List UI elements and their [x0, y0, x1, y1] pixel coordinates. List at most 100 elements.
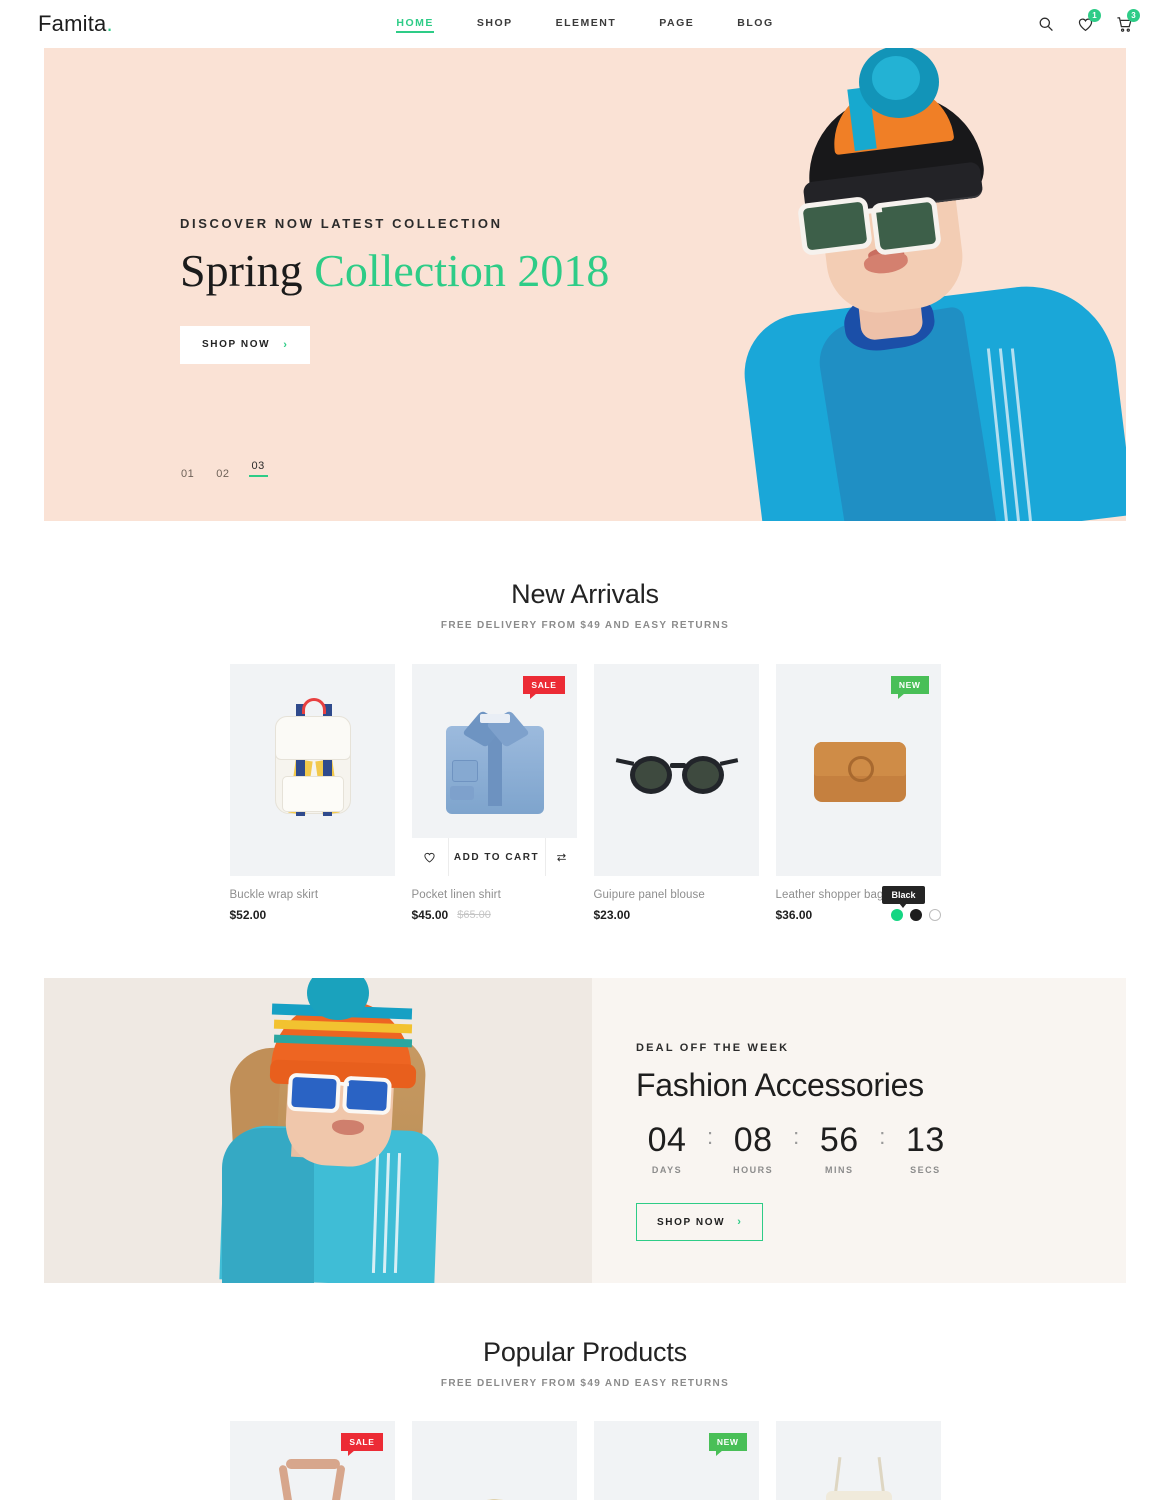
logo-dot: .	[106, 11, 113, 36]
cart-icon[interactable]: 3	[1114, 9, 1140, 34]
product-card[interactable]: SALE ADD TO CART Pocket linen shirt $45.…	[411, 664, 577, 922]
product-badge-new: NEW	[708, 1433, 747, 1456]
product-card[interactable]: SALE	[229, 1421, 395, 1500]
main-nav: HOME SHOP ELEMENT PAGE BLOG	[0, 17, 1170, 33]
countdown-hours-value: 08	[733, 1121, 773, 1159]
wishlist-icon[interactable]: 1	[1075, 9, 1101, 34]
countdown-hours-label: HOURS	[733, 1165, 774, 1175]
product-badge-sale: SALE	[341, 1433, 383, 1456]
hero-shop-now-button[interactable]: SHOP NOW ›	[180, 325, 311, 364]
countdown-separator: :	[707, 1124, 714, 1149]
countdown-timer: 04 DAYS : 08 HOURS : 56 MINS : 13 SECS	[636, 1123, 1126, 1175]
popular-products-title: Popular Products	[483, 1337, 687, 1367]
product-image[interactable]	[229, 664, 395, 876]
hero-title: Spring Collection 2018	[180, 245, 700, 297]
hero-slide-03[interactable]: 03	[248, 460, 269, 477]
deal-shop-now-label: SHOP NOW	[657, 1216, 726, 1228]
new-arrivals-title: New Arrivals	[511, 579, 659, 609]
deal-eyebrow: DEAL OFF THE WEEK	[636, 1042, 790, 1054]
countdown-hours: 08 HOURS	[722, 1123, 784, 1175]
nav-item-blog[interactable]: BLOG	[737, 17, 773, 32]
hero-model-image	[696, 48, 1126, 521]
site-header: Famita. HOME SHOP ELEMENT PAGE BLOG 1 3	[0, 0, 1170, 48]
product-badge-new: NEW	[890, 676, 929, 699]
deal-model-image	[44, 978, 592, 1283]
countdown-days-value: 04	[647, 1121, 687, 1159]
product-image[interactable]	[593, 664, 759, 876]
add-to-wishlist-icon[interactable]	[412, 838, 449, 876]
deal-of-the-week-banner: DEAL OFF THE WEEK Fashion Accessories 04…	[44, 978, 1126, 1283]
product-image[interactable]: NEW	[593, 1421, 759, 1500]
product-name[interactable]: Guipure panel blouse	[594, 889, 759, 901]
popular-products-header: Popular Products FREE DELIVERY FROM $49 …	[0, 1337, 1170, 1389]
header-actions: 1 3	[1036, 9, 1140, 34]
nav-item-home[interactable]: HOME	[396, 17, 434, 33]
wishlist-badge: 1	[1088, 9, 1101, 22]
hero-slide-01[interactable]: 01	[181, 468, 194, 485]
popular-products-subtitle: FREE DELIVERY FROM $49 AND EASY RETURNS	[440, 1378, 730, 1389]
product-image[interactable]: NEW	[775, 664, 941, 876]
hero-pagination: 01 02 03	[181, 460, 269, 485]
hero-title-accent: Collection 2018	[314, 245, 610, 296]
color-swatches	[890, 909, 941, 921]
product-actions: ADD TO CART	[411, 838, 577, 876]
product-card[interactable]	[775, 1421, 941, 1500]
swatch-white[interactable]	[928, 909, 941, 921]
nav-item-element[interactable]: ELEMENT	[556, 17, 617, 32]
product-price: $45.00 $65.00	[412, 908, 577, 922]
product-name[interactable]: Buckle wrap skirt	[230, 889, 395, 901]
swatch-green[interactable]	[890, 909, 903, 921]
product-price: $52.00	[230, 908, 395, 922]
hero-title-plain: Spring	[180, 245, 315, 296]
chevron-right-icon: ›	[737, 1216, 743, 1228]
product-price: $23.00	[594, 908, 759, 922]
new-arrivals-section: New Arrivals FREE DELIVERY FROM $49 AND …	[0, 521, 1170, 922]
swatch-black[interactable]	[909, 909, 922, 921]
countdown-secs-label: SECS	[910, 1165, 941, 1175]
countdown-mins: 56 MINS	[808, 1123, 870, 1175]
deal-copy: DEAL OFF THE WEEK Fashion Accessories 04…	[592, 978, 1126, 1283]
hero-copy: DISCOVER NOW LATEST COLLECTION Spring Co…	[180, 216, 700, 364]
countdown-secs-value: 13	[905, 1121, 945, 1159]
product-card[interactable]: Guipure panel blouse $23.00	[593, 664, 759, 922]
new-arrivals-subtitle: FREE DELIVERY FROM $49 AND EASY RETURNS	[440, 620, 730, 631]
deal-title: Fashion Accessories	[636, 1067, 924, 1103]
product-price-current: $45.00	[411, 908, 449, 922]
product-badge-sale: SALE	[523, 676, 565, 699]
hero-slide-02[interactable]: 02	[216, 468, 229, 485]
countdown-separator: :	[793, 1124, 800, 1149]
compare-icon[interactable]	[544, 838, 577, 876]
product-card[interactable]: NEW	[593, 1421, 759, 1500]
countdown-days: 04 DAYS	[636, 1123, 698, 1175]
product-image[interactable]	[411, 1421, 577, 1500]
product-price-old: $65.00	[457, 909, 491, 921]
product-name[interactable]: Pocket linen shirt	[412, 889, 577, 901]
swatch-tooltip: Black	[882, 886, 925, 908]
cart-badge: 3	[1127, 9, 1140, 22]
hero-slider: DISCOVER NOW LATEST COLLECTION Spring Co…	[44, 48, 1126, 521]
hero-shop-now-label: SHOP NOW	[202, 339, 271, 351]
nav-item-page[interactable]: PAGE	[659, 17, 694, 32]
countdown-separator: :	[879, 1124, 886, 1149]
new-arrivals-grid: Buckle wrap skirt $52.00 SALE ADD TO CAR…	[0, 664, 1170, 922]
product-price-current: $36.00	[775, 908, 813, 922]
product-image[interactable]: SALE ADD TO CART	[411, 664, 577, 876]
countdown-mins-label: MINS	[825, 1165, 854, 1175]
product-card[interactable]: NEW Leather shopper bag $36.00 Black	[775, 664, 941, 922]
add-to-cart-button[interactable]: ADD TO CART	[449, 838, 545, 876]
site-logo[interactable]: Famita.	[38, 11, 113, 37]
countdown-days-label: DAYS	[651, 1165, 683, 1175]
nav-item-shop[interactable]: SHOP	[477, 17, 513, 32]
product-image[interactable]: SALE	[229, 1421, 395, 1500]
countdown-mins-value: 56	[819, 1121, 859, 1159]
product-price-current: $23.00	[593, 908, 631, 922]
product-card[interactable]: Buckle wrap skirt $52.00	[229, 664, 395, 922]
product-card[interactable]	[411, 1421, 577, 1500]
product-image[interactable]	[775, 1421, 941, 1500]
hero-eyebrow: DISCOVER NOW LATEST COLLECTION	[180, 216, 503, 231]
new-arrivals-header: New Arrivals FREE DELIVERY FROM $49 AND …	[0, 579, 1170, 631]
deal-shop-now-button[interactable]: SHOP NOW ›	[636, 1203, 764, 1241]
countdown-secs: 13 SECS	[894, 1123, 956, 1175]
chevron-right-icon: ›	[283, 338, 289, 351]
search-icon[interactable]	[1036, 14, 1056, 34]
